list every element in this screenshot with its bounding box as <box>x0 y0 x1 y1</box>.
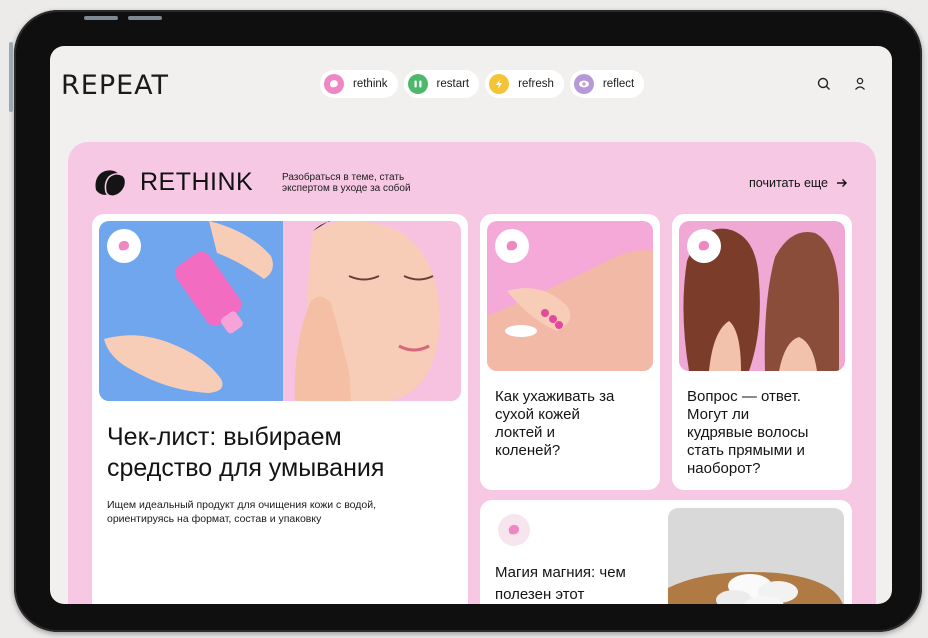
subtitle-line: экспертом в уходе за собой <box>282 183 411 194</box>
article-card-hair[interactable]: Вопрос — ответ. Могут ли кудрявые волосы… <box>672 214 852 490</box>
arrow-right-icon <box>837 179 847 187</box>
power-button <box>9 42 13 112</box>
nav-pill-rethink[interactable]: rethink <box>320 70 398 98</box>
title-line: кудрявые волосы <box>687 424 809 441</box>
section-subtitle: Разобраться в теме, стать экспертом в ух… <box>282 172 472 194</box>
refresh-icon <box>489 74 510 94</box>
title-line: локтей и <box>495 424 555 441</box>
card-title: Как ухаживать за сухой кожей локтей и ко… <box>495 388 614 460</box>
screen: REPEAT rethink restart refresh reflect R… <box>50 46 892 604</box>
nav-label: rethink <box>353 78 388 90</box>
category-badge <box>687 229 721 263</box>
article-card-main[interactable]: Чек-лист: выбираем средство для умывания… <box>92 214 468 604</box>
rethink-logo-icon <box>92 168 128 198</box>
title-line: Могут ли <box>687 406 750 423</box>
nav-pill-reflect[interactable]: reflect <box>569 70 645 98</box>
volume-button <box>84 16 118 20</box>
subtitle-line: Разобраться в теме, стать <box>282 172 405 183</box>
title-line: Магия магния: чем <box>495 564 626 581</box>
rethink-icon <box>324 74 344 94</box>
section-title: RETHINK <box>140 168 254 196</box>
nav-pill-restart[interactable]: restart <box>403 70 480 98</box>
title-line: Чек-лист: выбираем <box>107 423 342 451</box>
nav-pill-refresh[interactable]: refresh <box>485 70 564 98</box>
search-icon[interactable] <box>816 76 832 92</box>
card-image-elbow <box>487 221 653 371</box>
nav-label: refresh <box>518 78 554 90</box>
user-icon[interactable] <box>852 76 868 92</box>
card-title: Чек-лист: выбираем средство для умывания <box>107 422 384 484</box>
title-line: Как ухаживать за <box>495 388 615 405</box>
rethink-section: RETHINK Разобраться в теме, стать экспер… <box>68 142 876 604</box>
title-line: коленей? <box>495 442 561 459</box>
card-title: Магия магния: чем полезен этот <box>495 562 626 604</box>
title-line: сухой кожей <box>495 406 580 423</box>
article-card-magnesium[interactable]: Магия магния: чем полезен этот <box>480 500 852 604</box>
desc-line: ориентируясь на формат, состав и упаковк… <box>107 513 322 525</box>
title-line: наоборот? <box>687 460 761 477</box>
reflect-icon <box>573 74 594 94</box>
card-image-hair <box>679 221 845 371</box>
card-image-cleanser <box>99 221 461 401</box>
card-title: Вопрос — ответ. Могут ли кудрявые волосы… <box>687 388 808 478</box>
article-card-elbows[interactable]: Как ухаживать за сухой кожей локтей и ко… <box>480 214 660 490</box>
card-image-magnesium <box>668 508 844 604</box>
title-line: Вопрос — ответ. <box>687 388 801 405</box>
volume-button <box>128 16 162 20</box>
logo[interactable]: REPEAT <box>61 70 169 101</box>
category-badge <box>107 229 141 263</box>
read-more-label: почитать еще <box>749 176 828 190</box>
desc-line: Ищем идеальный продукт для очищения кожи… <box>107 499 377 511</box>
nav-label: restart <box>436 78 470 90</box>
restart-icon <box>407 74 428 94</box>
card-description: Ищем идеальный продукт для очищения кожи… <box>107 498 376 526</box>
title-line: средство для умывания <box>107 454 385 482</box>
title-line: полезен этот <box>495 586 585 603</box>
nav-label: reflect <box>602 78 635 90</box>
category-nav: rethink restart refresh reflect <box>320 70 645 98</box>
title-line: стать прямыми и <box>687 442 805 459</box>
read-more-link[interactable]: почитать еще <box>749 176 848 190</box>
category-badge <box>498 514 530 546</box>
category-badge <box>495 229 529 263</box>
